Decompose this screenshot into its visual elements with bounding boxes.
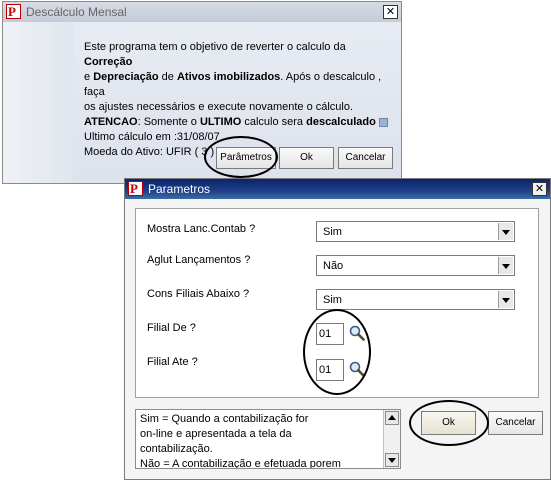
message-line-4: ATENCAO: Somente o ULTIMO calculo sera d… [84, 115, 394, 130]
descalculo-title: Descálculo Mensal [26, 5, 127, 19]
descalculo-message: Este programa tem o objetivo de reverter… [84, 40, 394, 160]
scroll-down-icon[interactable] [385, 453, 399, 467]
parametros-button[interactable]: Parâmetros [216, 147, 276, 169]
parametros-panel: Mostra Lanc.Contab ? Sim Aglut Lançament… [135, 208, 539, 398]
help-line: on-line e apresentada a tela da [140, 428, 292, 440]
field-label-cons-filiais: Cons Filiais Abaixo ? [147, 288, 250, 300]
message-line-2: e Depreciação de Ativos imobilizados. Ap… [84, 71, 382, 98]
message-line-3: os ajustes necessários e execute novamen… [84, 101, 354, 113]
app-logo-icon: P [6, 4, 21, 19]
dropdown-arrow-icon[interactable] [498, 291, 513, 308]
help-scrollbar[interactable] [383, 410, 400, 468]
cancelar-button[interactable]: Cancelar [338, 147, 393, 169]
search-icon[interactable] [349, 325, 365, 341]
select-value: Não [323, 260, 344, 272]
parametros-title-bar[interactable]: P Parametros ✕ [125, 179, 550, 199]
select-value: Sim [323, 226, 342, 238]
message-line-5: Ultimo cálculo em :31/08/07 [84, 131, 220, 143]
help-text-box[interactable]: Sim = Quando a contabilização for on-lin… [135, 409, 401, 469]
app-logo-icon: P [128, 181, 143, 196]
descalculo-mensal-window: P Descálculo Mensal ✕ Este programa tem … [2, 1, 402, 184]
dropdown-arrow-icon[interactable] [498, 223, 513, 240]
field-label-mostra-lanc: Mostra Lanc.Contab ? [147, 223, 256, 235]
parametros-title: Parametros [148, 182, 211, 196]
message-line-1: Este programa tem o objetivo de reverter… [84, 41, 346, 68]
help-line: Não = A contabilização e efetuada porem [140, 458, 341, 469]
filial-ate-input[interactable]: 01 [316, 359, 344, 381]
help-text: Sim = Quando a contabilização for on-lin… [140, 412, 380, 469]
dropdown-arrow-icon[interactable] [498, 257, 513, 274]
field-label-filial-de: Filial De ? [147, 322, 196, 334]
aglut-lanc-select[interactable]: Não [316, 255, 515, 276]
help-line: Sim = Quando a contabilização for [140, 413, 309, 425]
parametros-window: P Parametros ✕ Mostra Lanc.Contab ? Sim … [124, 178, 551, 480]
descalculo-title-bar[interactable]: P Descálculo Mensal ✕ [3, 2, 401, 22]
filial-de-input[interactable]: 01 [316, 323, 344, 345]
select-value: Sim [323, 294, 342, 306]
mostra-lanc-select[interactable]: Sim [316, 221, 515, 242]
scroll-up-icon[interactable] [385, 411, 399, 425]
field-label-aglut-lanc: Aglut Lançamentos ? [147, 254, 251, 266]
search-icon[interactable] [349, 361, 365, 377]
cancelar-button[interactable]: Cancelar [488, 411, 543, 435]
close-icon[interactable]: ✕ [532, 182, 547, 196]
ok-button[interactable]: Ok [421, 411, 476, 435]
info-icon [378, 117, 388, 127]
help-line: contabilização. [140, 443, 213, 455]
cons-filiais-select[interactable]: Sim [316, 289, 515, 310]
field-label-filial-ate: Filial Ate ? [147, 356, 198, 368]
ok-button[interactable]: Ok [279, 147, 334, 169]
side-decoration [3, 22, 73, 183]
close-icon[interactable]: ✕ [383, 5, 398, 19]
